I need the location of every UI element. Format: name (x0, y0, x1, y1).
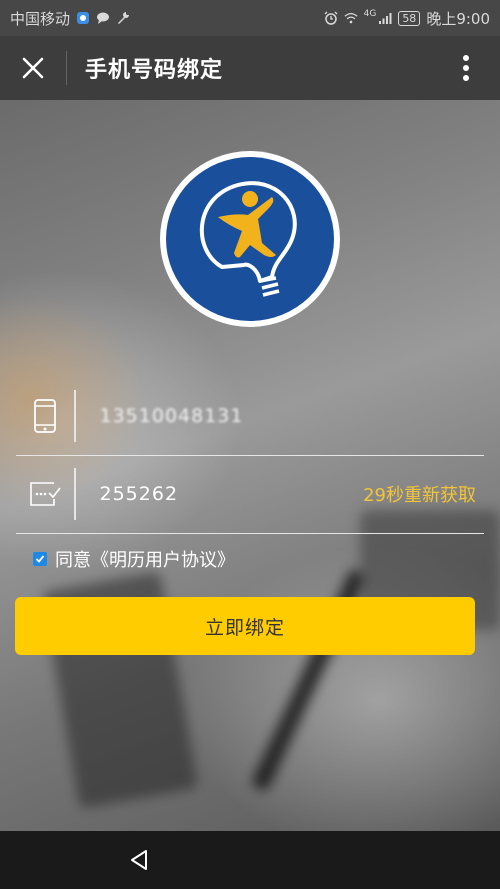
wrench-icon (118, 12, 130, 24)
code-field-row: 255262 29秒重新获取 (16, 455, 484, 534)
battery-level: 58 (398, 10, 421, 26)
phone-icon (16, 398, 74, 434)
title-divider (66, 51, 67, 85)
wifi-icon (344, 12, 358, 24)
clock: 晚上9:00 (426, 9, 490, 28)
status-left: 中国移动 (10, 8, 130, 29)
more-vertical-icon (463, 55, 469, 81)
system-navigation-bar (0, 831, 500, 889)
status-bar: 中国移动 4G 58 晚上9:00 (0, 0, 500, 36)
verification-code-input[interactable]: 255262 (100, 483, 364, 505)
page-title: 手机号码绑定 (85, 58, 224, 83)
agreement-checkbox[interactable] (33, 552, 47, 566)
checkmark-icon (35, 555, 45, 563)
binding-form-panel: 13510048131 255262 29秒重新获取 同意《明历用户协议》 立即… (0, 100, 500, 831)
close-icon (22, 57, 44, 79)
close-button[interactable] (0, 36, 66, 100)
title-bar: 手机号码绑定 (0, 36, 500, 100)
more-options-button[interactable] (448, 50, 484, 86)
signal-type: 4G (363, 9, 377, 19)
agreement-row: 同意《明历用户协议》 (33, 546, 235, 572)
signal-strength-icon (379, 13, 392, 24)
resend-code-button[interactable]: 29秒重新获取 (363, 481, 476, 507)
carrier-name: 中国移动 (10, 9, 71, 28)
phone-field-row: 13510048131 (16, 377, 484, 456)
verification-code-icon (16, 479, 74, 509)
field-divider (74, 390, 76, 442)
bind-now-button[interactable]: 立即绑定 (15, 597, 475, 655)
status-right: 4G 58 晚上9:00 (324, 8, 490, 29)
lightbulb-person-logo-icon (166, 157, 334, 321)
alarm-icon (324, 11, 338, 25)
agreement-link[interactable]: 同意《明历用户协议》 (55, 546, 235, 572)
app-logo (160, 151, 340, 327)
app-notification-icon (77, 12, 90, 24)
back-triangle-icon[interactable] (128, 849, 150, 871)
message-bubble-icon (97, 12, 110, 24)
phone-input[interactable]: 13510048131 (100, 405, 485, 427)
field-divider (74, 468, 76, 520)
